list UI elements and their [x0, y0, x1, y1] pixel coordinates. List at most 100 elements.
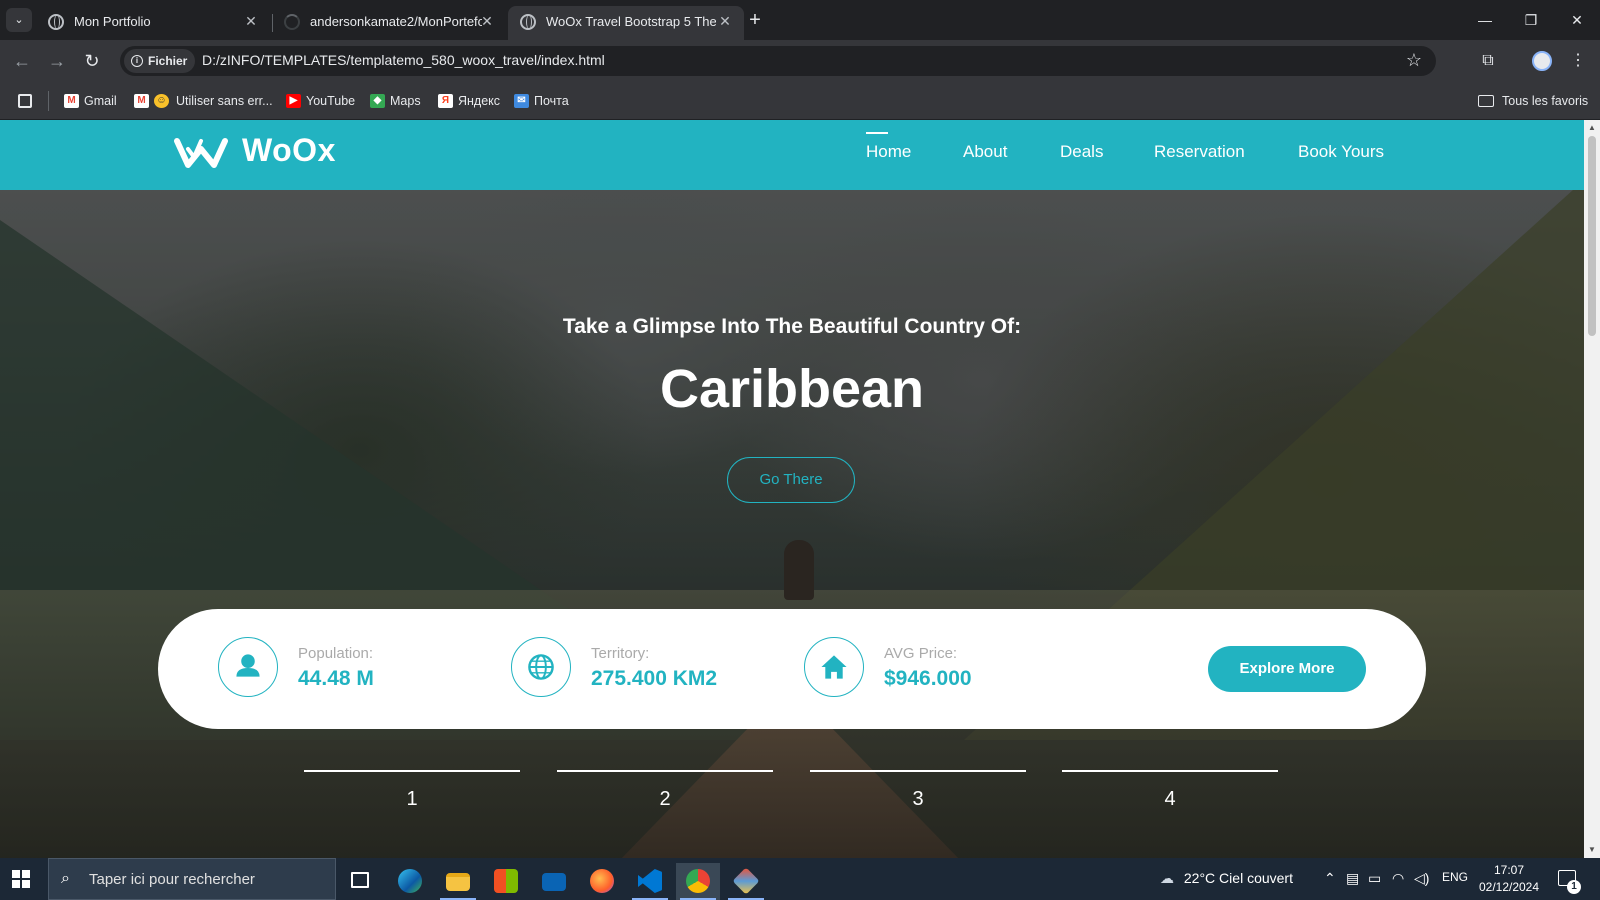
stat-value: $946.000 — [884, 667, 972, 690]
tab-woox-active[interactable]: WoOx Travel Bootstrap 5 Theme ✕ — [508, 6, 744, 40]
gmail-icon: M — [64, 94, 79, 108]
slide-indicator-3[interactable]: 3 — [810, 770, 1026, 810]
battery-icon[interactable]: ▭ — [1368, 870, 1381, 887]
bookmark-utiliser[interactable]: M ☺ Utiliser sans err... — [134, 92, 273, 110]
indicator-bar — [557, 770, 773, 772]
mail-app-icon[interactable] — [532, 863, 576, 900]
stat-value: 275.400 KM2 — [591, 667, 718, 690]
site-header: WoOx Home About Deals Reservation Book Y… — [0, 120, 1584, 190]
vscode-icon[interactable] — [628, 863, 672, 900]
bookmark-gmail[interactable]: M Gmail — [64, 92, 117, 110]
nav-deals[interactable]: Deals — [1060, 142, 1103, 162]
bookmark-label: Почта — [534, 94, 569, 108]
url-text[interactable]: D:/zINFO/TEMPLATES/templatemo_580_woox_t… — [202, 52, 605, 68]
go-there-button[interactable]: Go There — [727, 457, 855, 503]
tab-title: Mon Portfolio — [74, 14, 151, 29]
nav-about[interactable]: About — [963, 142, 1007, 162]
site-logo-text[interactable]: WoOx — [242, 132, 336, 169]
taskbar-search[interactable]: ⌕ Taper ici pour rechercher — [48, 858, 336, 900]
task-view-icon[interactable] — [338, 863, 382, 900]
slide-indicator-4[interactable]: 4 — [1062, 770, 1278, 810]
nav-reservation[interactable]: Reservation — [1154, 142, 1245, 162]
hero-subtitle: Take a Glimpse Into The Beautiful Countr… — [562, 315, 1022, 338]
bookmark-youtube[interactable]: ▶ YouTube — [286, 92, 355, 110]
apps-grid-icon[interactable] — [18, 92, 32, 110]
globe-icon — [520, 14, 536, 30]
bookmark-star-icon[interactable]: ☆ — [1406, 50, 1422, 71]
windows-start-icon[interactable] — [12, 870, 30, 888]
slide-indicator-2[interactable]: 2 — [557, 770, 773, 810]
bookmark-label: YouTube — [306, 94, 356, 108]
bookmark-yandex[interactable]: Я Яндекс — [438, 92, 500, 110]
nav-home[interactable]: Home — [866, 132, 911, 162]
edge-icon[interactable] — [388, 863, 432, 900]
woox-logo-icon[interactable] — [174, 135, 228, 171]
bookmark-pochta[interactable]: ✉ Почта — [514, 92, 569, 110]
new-tab-button[interactable]: + — [744, 9, 766, 31]
back-arrow-icon[interactable]: ← — [10, 49, 34, 73]
indicator-bar — [1062, 770, 1278, 772]
bookmark-label: Tous les favoris — [1502, 94, 1589, 108]
address-bar[interactable]: i Fichier D:/zINFO/TEMPLATES/templatemo_… — [120, 46, 1436, 76]
reload-icon[interactable]: ↻ — [80, 49, 104, 73]
wifi-icon[interactable]: ◠ — [1392, 870, 1404, 887]
file-explorer-icon[interactable] — [436, 863, 480, 900]
tab-title: andersonkamate2/MonPortefolio — [310, 14, 482, 29]
info-icon: i — [131, 55, 143, 67]
browser-window: ⌄ Mon Portfolio ✕ andersonkamate2/MonPor… — [0, 0, 1600, 900]
indicator-number: 4 — [1164, 788, 1176, 810]
loading-icon — [284, 14, 300, 30]
gmail-icon: M — [134, 94, 149, 108]
minimize-button[interactable]: — — [1462, 8, 1508, 32]
store-icon[interactable] — [484, 863, 528, 900]
tab-github[interactable]: andersonkamate2/MonPortefolio ✕ — [272, 6, 502, 40]
scroll-down-icon[interactable]: ▼ — [1588, 846, 1596, 854]
chrome-icon[interactable] — [676, 863, 720, 900]
tab-title: WoOx Travel Bootstrap 5 Theme — [546, 14, 716, 29]
bookmark-label: Gmail — [84, 94, 117, 108]
tray-chevron-icon[interactable]: ⌃ — [1324, 870, 1336, 887]
network-icon[interactable]: ▤ — [1346, 870, 1359, 887]
indicator-number: 3 — [912, 788, 924, 810]
slide-indicator-1[interactable]: 1 — [304, 770, 520, 810]
folder-icon — [1478, 95, 1494, 107]
extensions-icon[interactable]: ⧉ — [1476, 49, 1500, 73]
forward-arrow-icon[interactable]: → — [45, 49, 69, 73]
all-bookmarks-folder[interactable]: Tous les favoris — [1478, 92, 1588, 110]
explore-more-button[interactable]: Explore More — [1208, 646, 1366, 692]
bookmarks-bar: M Gmail M ☺ Utiliser sans err... ▶ YouTu… — [0, 82, 1600, 120]
tab-mon-portfolio[interactable]: Mon Portfolio ✕ — [36, 6, 266, 40]
weather-text: 22°C Ciel couvert — [1183, 870, 1293, 886]
language-indicator[interactable]: ENG — [1442, 870, 1468, 884]
profile-avatar[interactable] — [1532, 51, 1552, 71]
indicator-number: 1 — [406, 788, 418, 810]
site-info-chip[interactable]: i Fichier — [124, 49, 196, 73]
taskbar-clock[interactable]: 17:07 02/12/2024 — [1474, 862, 1544, 896]
browser-toolbar: ← → ↻ i Fichier D:/zINFO/TEMPLATES/templ… — [0, 40, 1600, 82]
emoji-icon: ☺ — [154, 94, 169, 108]
window-close-button[interactable]: ✕ — [1554, 8, 1600, 32]
globe-icon — [511, 637, 571, 697]
nav-book-yours[interactable]: Book Yours — [1298, 142, 1384, 162]
weather-widget[interactable]: ☁ 22°C Ciel couvert — [1160, 870, 1293, 887]
close-icon[interactable]: ✕ — [716, 12, 734, 30]
bookmark-maps[interactable]: ◆ Maps — [370, 92, 421, 110]
cloud-icon: ☁ — [1160, 870, 1174, 886]
scroll-thumb[interactable] — [1588, 136, 1596, 336]
close-icon[interactable]: ✕ — [242, 12, 260, 30]
close-icon[interactable]: ✕ — [478, 12, 496, 30]
tab-search-button[interactable]: ⌄ — [6, 8, 32, 32]
stat-label: Population: — [298, 645, 374, 662]
stat-label: AVG Price: — [884, 645, 958, 662]
firefox-icon[interactable] — [580, 863, 624, 900]
tab-strip: ⌄ Mon Portfolio ✕ andersonkamate2/MonPor… — [0, 0, 1600, 40]
scroll-up-icon[interactable]: ▲ — [1588, 124, 1596, 132]
volume-icon[interactable]: ◁) — [1414, 870, 1429, 887]
search-placeholder: Taper ici pour rechercher — [89, 871, 255, 888]
stats-card: Population: 44.48 M Territory: 275.400 K… — [158, 609, 1426, 729]
menu-kebab-icon[interactable]: ⋮ — [1566, 49, 1590, 73]
restore-button[interactable]: ❐ — [1508, 8, 1554, 32]
page-scrollbar[interactable]: ▲ ▼ — [1584, 120, 1600, 858]
git-app-icon[interactable] — [724, 863, 768, 900]
windows-taskbar: ⌕ Taper ici pour rechercher ☁ 22°C Ciel … — [0, 858, 1600, 900]
